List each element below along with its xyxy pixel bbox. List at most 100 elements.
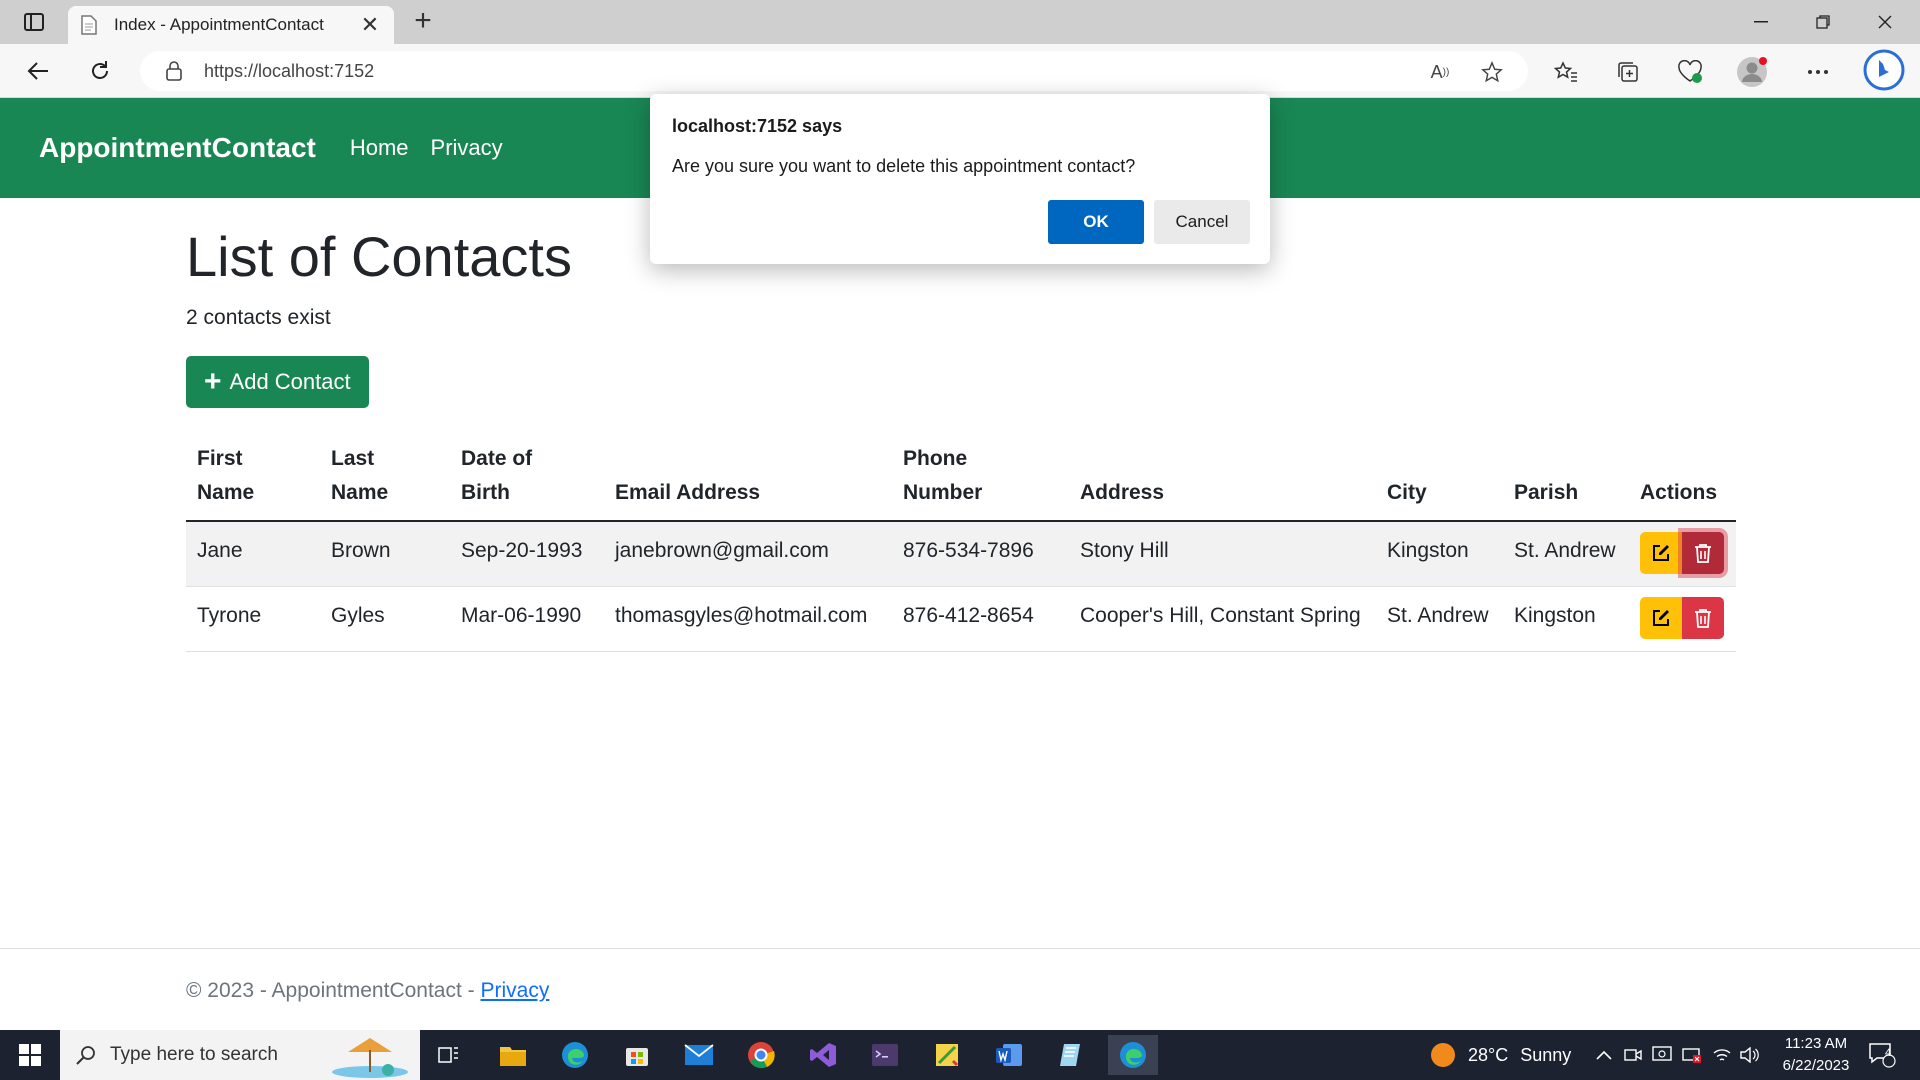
cell-phone: 876-534-7896 bbox=[892, 521, 1069, 587]
browser-essentials-icon[interactable] bbox=[1674, 56, 1706, 88]
header-city: City bbox=[1376, 432, 1503, 522]
browser-tab-bar: Index - AppointmentContact ✕ + bbox=[0, 0, 1920, 44]
nav-link-home[interactable]: Home bbox=[350, 135, 409, 161]
cell-email: thomasgyles@hotmail.com bbox=[604, 586, 892, 652]
back-icon[interactable] bbox=[20, 53, 56, 89]
table-row: Jane Brown Sep-20-1993 janebrown@gmail.c… bbox=[186, 521, 1736, 587]
header-address: Address bbox=[1069, 432, 1376, 522]
add-contact-label: Add Contact bbox=[229, 369, 351, 394]
header-actions: Actions bbox=[1629, 432, 1736, 522]
profile-avatar-icon[interactable] bbox=[1736, 56, 1768, 88]
contacts-table: First Name Last Name Date of Birth Email Ad… bbox=[186, 432, 1736, 652]
terminal-icon[interactable] bbox=[860, 1035, 910, 1075]
taskbar-clock[interactable]: 11:23 AM 6/22/2023 bbox=[1766, 1033, 1866, 1077]
cell-phone: 876-412-8654 bbox=[892, 586, 1069, 652]
file-explorer-icon[interactable] bbox=[488, 1035, 538, 1075]
cell-address: Cooper's Hill, Constant Spring bbox=[1069, 586, 1376, 652]
trash-icon bbox=[1695, 544, 1711, 563]
microsoft-store-icon[interactable] bbox=[612, 1035, 662, 1075]
tab-actions-icon[interactable] bbox=[14, 8, 54, 36]
dialog-message: Are you sure you want to delete this app… bbox=[672, 156, 1136, 176]
cell-actions bbox=[1629, 521, 1736, 587]
tab-title: Index - AppointmentContact bbox=[114, 15, 324, 34]
cell-last-name: Gyles bbox=[320, 586, 450, 652]
visual-studio-icon[interactable] bbox=[798, 1035, 848, 1075]
edit-icon bbox=[1653, 610, 1669, 626]
weather-widget[interactable]: 28°C Sunny bbox=[1430, 1030, 1571, 1080]
cell-parish: St. Andrew bbox=[1503, 521, 1629, 587]
add-contact-button[interactable]: + Add Contact bbox=[186, 356, 369, 408]
delete-contact-button[interactable] bbox=[1682, 532, 1724, 574]
footer-privacy-link[interactable]: Privacy bbox=[480, 979, 549, 1002]
nav-link-privacy[interactable]: Privacy bbox=[431, 135, 503, 161]
edge-active-app-icon[interactable] bbox=[1108, 1035, 1158, 1075]
refresh-icon[interactable] bbox=[82, 53, 118, 89]
cell-city: Kingston bbox=[1376, 521, 1503, 587]
table-row: Tyrone Gyles Mar-06-1990 thomasgyles@hot… bbox=[186, 586, 1736, 652]
dialog-cancel-button[interactable]: Cancel bbox=[1154, 200, 1250, 244]
read-aloud-icon[interactable]: A)) bbox=[1427, 59, 1453, 85]
browser-tab[interactable]: Index - AppointmentContact ✕ bbox=[68, 6, 394, 44]
network-warning-icon[interactable] bbox=[1682, 1030, 1702, 1080]
search-icon bbox=[76, 1046, 95, 1065]
weather-text: Sunny bbox=[1520, 1044, 1572, 1065]
windows-start-icon[interactable] bbox=[0, 1030, 60, 1080]
weather-temp: 28°C bbox=[1468, 1044, 1509, 1065]
cell-actions bbox=[1629, 586, 1736, 652]
close-window-icon[interactable] bbox=[1854, 0, 1916, 44]
word-icon[interactable] bbox=[984, 1035, 1034, 1075]
cell-last-name: Brown bbox=[320, 521, 450, 587]
clock-time: 11:23 AM bbox=[1784, 1035, 1848, 1052]
notification-count: 4 bbox=[1885, 1047, 1892, 1059]
delete-contact-button[interactable] bbox=[1682, 597, 1724, 639]
header-phone: Phone Number bbox=[892, 432, 1069, 522]
more-options-icon[interactable] bbox=[1802, 56, 1834, 88]
new-tab-button[interactable]: + bbox=[406, 6, 440, 40]
edge-app-icon[interactable] bbox=[550, 1035, 600, 1075]
notes-app-icon[interactable] bbox=[1046, 1035, 1096, 1075]
browser-address-bar: https://localhost:7152 A)) bbox=[0, 44, 1920, 98]
cell-email: janebrown@gmail.com bbox=[604, 521, 892, 587]
lock-icon[interactable] bbox=[166, 61, 188, 81]
close-tab-icon[interactable]: ✕ bbox=[358, 12, 382, 38]
search-placeholder: Type here to search bbox=[110, 1044, 278, 1065]
search-highlight-icon bbox=[332, 1038, 408, 1078]
volume-icon[interactable] bbox=[1740, 1030, 1760, 1080]
taskbar-search-input[interactable]: Type here to search bbox=[60, 1030, 420, 1080]
cell-parish: Kingston bbox=[1503, 586, 1629, 652]
restore-icon[interactable] bbox=[1792, 0, 1854, 44]
minimize-icon[interactable] bbox=[1730, 0, 1792, 44]
cell-dob: Mar-06-1990 bbox=[450, 586, 604, 652]
wifi-icon[interactable] bbox=[1712, 1030, 1732, 1080]
favorite-star-icon[interactable] bbox=[1479, 59, 1505, 85]
url-text: https://localhost:7152 bbox=[204, 60, 375, 81]
chrome-icon[interactable] bbox=[736, 1035, 786, 1075]
url-field[interactable]: https://localhost:7152 A)) bbox=[140, 51, 1528, 91]
site-brand-link[interactable]: AppointmentContact bbox=[39, 132, 316, 164]
notification-center-icon[interactable]: 4 bbox=[1868, 1030, 1896, 1080]
cell-address: Stony Hill bbox=[1069, 521, 1376, 587]
meet-now-icon[interactable] bbox=[1624, 1030, 1642, 1080]
favorites-icon[interactable] bbox=[1550, 56, 1582, 88]
device-icon[interactable] bbox=[1652, 1030, 1672, 1080]
contact-count-text: 2 contacts exist bbox=[186, 306, 331, 329]
dialog-ok-button[interactable]: OK bbox=[1048, 200, 1144, 244]
plus-icon: + bbox=[204, 365, 222, 398]
collections-icon[interactable] bbox=[1612, 56, 1644, 88]
dialog-title: localhost:7152 says bbox=[672, 116, 843, 136]
edit-icon bbox=[1653, 545, 1669, 561]
table-header-row: First Name Last Name Date of Birth Email Ad… bbox=[186, 432, 1736, 522]
bing-chat-icon[interactable] bbox=[1862, 48, 1906, 92]
task-view-icon[interactable] bbox=[424, 1035, 474, 1075]
header-last-name: Last Name bbox=[320, 432, 450, 522]
cell-first-name: Jane bbox=[186, 521, 320, 587]
sticky-app-icon[interactable] bbox=[922, 1035, 972, 1075]
edit-contact-button[interactable] bbox=[1640, 597, 1682, 639]
header-first-name: First Name bbox=[186, 432, 320, 522]
edit-contact-button[interactable] bbox=[1640, 532, 1682, 574]
windows-taskbar: Type here to search 28°C Sunny 11:23 AM … bbox=[0, 1030, 1920, 1080]
header-date-of-birth: Date of Birth bbox=[450, 432, 604, 522]
header-parish: Parish bbox=[1503, 432, 1629, 522]
tray-overflow-icon[interactable] bbox=[1596, 1030, 1612, 1080]
mail-icon[interactable] bbox=[674, 1035, 724, 1075]
